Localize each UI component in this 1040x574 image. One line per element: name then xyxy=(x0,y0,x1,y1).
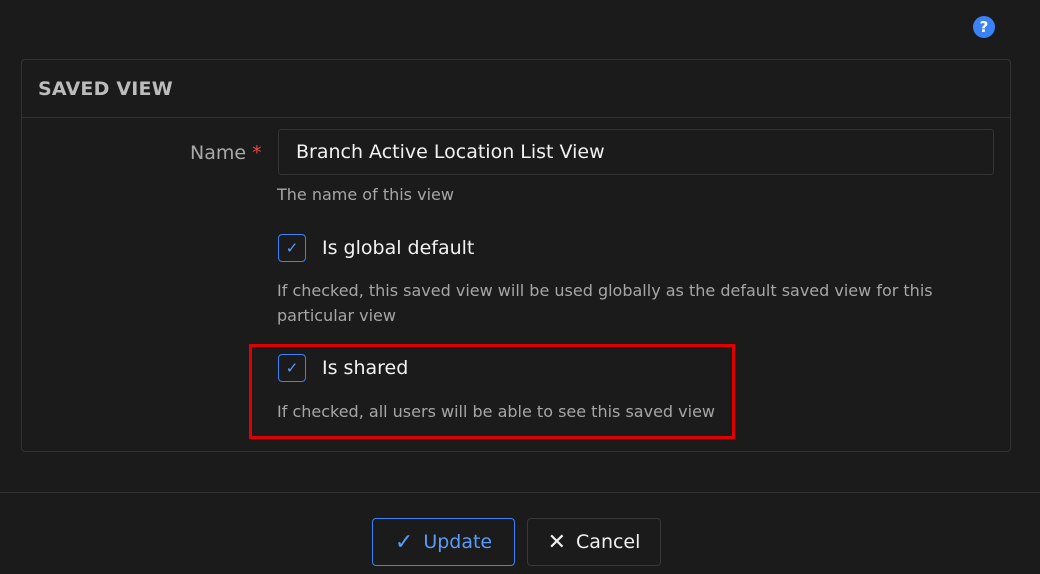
global-default-label[interactable]: Is global default xyxy=(322,237,474,259)
name-input[interactable] xyxy=(278,129,994,175)
shared-label[interactable]: Is shared xyxy=(322,357,408,379)
panel-header: SAVED VIEW xyxy=(22,60,1010,118)
update-button[interactable]: ✓ Update xyxy=(372,518,515,566)
shared-hint: If checked, all users will be able to se… xyxy=(277,402,715,421)
name-label: Name * xyxy=(190,142,262,164)
global-default-checkbox[interactable]: ✓ xyxy=(278,234,306,262)
global-default-hint-line2: particular view xyxy=(277,306,396,325)
global-default-hint-line1: If checked, this saved view will be used… xyxy=(277,281,933,300)
cancel-button[interactable]: ✕ Cancel xyxy=(527,518,661,566)
cancel-button-label: Cancel xyxy=(576,531,641,553)
close-icon: ✕ xyxy=(547,529,567,555)
update-button-label: Update xyxy=(423,531,493,553)
help-icon[interactable]: ? xyxy=(973,16,995,38)
global-default-hint: If checked, this saved view will be used… xyxy=(277,278,933,328)
check-icon: ✓ xyxy=(285,239,299,257)
saved-view-panel: SAVED VIEW Name* The name of this view ✓… xyxy=(21,59,1011,452)
shared-checkbox[interactable]: ✓ xyxy=(278,354,306,382)
name-hint: The name of this view xyxy=(277,185,454,204)
name-label-text: Name xyxy=(190,142,247,164)
panel-title: SAVED VIEW xyxy=(38,77,173,100)
check-icon: ✓ xyxy=(285,359,299,377)
footer-divider xyxy=(0,492,1040,493)
shared-row: ✓ Is shared xyxy=(278,354,408,382)
global-default-row: ✓ Is global default xyxy=(278,234,474,262)
required-asterisk: * xyxy=(252,142,262,164)
check-icon: ✓ xyxy=(394,529,414,555)
